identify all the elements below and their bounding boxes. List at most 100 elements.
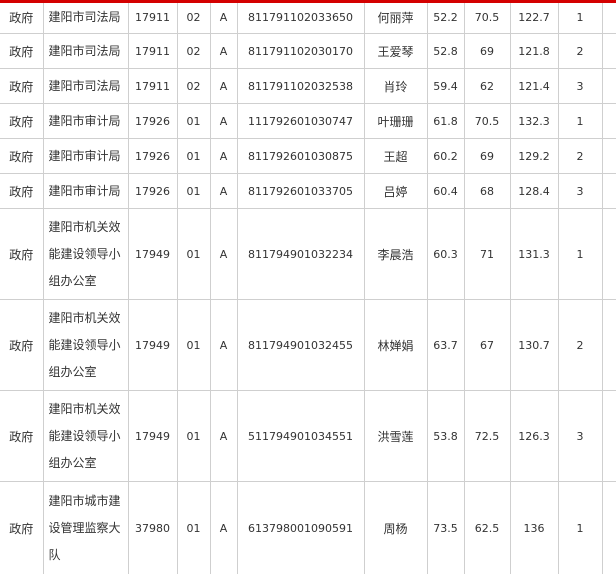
cell-quota: 1 (602, 34, 616, 69)
cell-interview-score: 70.5 (464, 104, 510, 139)
cell-ticket-number: 511794901034551 (237, 391, 364, 482)
cell-exam-type: A (210, 34, 237, 69)
cell-position-code: 17949 (128, 391, 177, 482)
cell-post-code: 02 (177, 34, 210, 69)
table-row: 政府建阳市审计局1792601A811792601033705吕婷60.4681… (0, 174, 616, 209)
cell-rank: 2 (558, 34, 602, 69)
cell-written-score: 52.2 (427, 1, 464, 34)
table-row: 政府建阳市司法局1791102A811791102033650何丽萍52.270… (0, 1, 616, 34)
cell-category: 政府 (0, 139, 43, 174)
cell-name: 吕婷 (364, 174, 427, 209)
cell-name: 王爱琴 (364, 34, 427, 69)
cell-name: 洪雪莲 (364, 391, 427, 482)
cell-position-code: 17949 (128, 300, 177, 391)
table-row: 政府建阳市审计局1792601A811792601030875王超60.2691… (0, 139, 616, 174)
cell-quota: 1 (602, 1, 616, 34)
table-row: 政府建阳市机关效能建设领导小组办公室1794901A51179490103455… (0, 391, 616, 482)
cell-quota: 1 (602, 139, 616, 174)
cell-rank: 3 (558, 174, 602, 209)
cell-unit: 建阳市机关效能建设领导小组办公室 (43, 391, 128, 482)
table-row: 政府建阳市机关效能建设领导小组办公室1794901A81179490103223… (0, 209, 616, 300)
cell-unit: 建阳市机关效能建设领导小组办公室 (43, 209, 128, 300)
cell-position-code: 37980 (128, 482, 177, 574)
cell-total-score: 126.3 (510, 391, 558, 482)
table-row: 政府建阳市司法局1791102A811791102030170王爱琴52.869… (0, 34, 616, 69)
cell-position-code: 17949 (128, 209, 177, 300)
cell-total-score: 122.7 (510, 1, 558, 34)
cell-interview-score: 62 (464, 69, 510, 104)
cell-position-code: 17911 (128, 69, 177, 104)
cell-position-code: 17926 (128, 174, 177, 209)
cell-post-code: 01 (177, 174, 210, 209)
cell-written-score: 73.5 (427, 482, 464, 574)
cell-written-score: 60.2 (427, 139, 464, 174)
table-row: 政府建阳市司法局1791102A811791102032538肖玲59.4621… (0, 69, 616, 104)
cell-exam-type: A (210, 300, 237, 391)
cell-position-code: 17926 (128, 104, 177, 139)
cell-quota: 1 (602, 174, 616, 209)
cell-category: 政府 (0, 1, 43, 34)
cell-category: 政府 (0, 69, 43, 104)
cell-exam-type: A (210, 174, 237, 209)
cell-rank: 3 (558, 69, 602, 104)
cell-category: 政府 (0, 482, 43, 574)
cell-interview-score: 69 (464, 139, 510, 174)
cell-rank: 2 (558, 139, 602, 174)
cell-ticket-number: 811794901032455 (237, 300, 364, 391)
cell-position-code: 17911 (128, 1, 177, 34)
cell-exam-type: A (210, 391, 237, 482)
cell-total-score: 131.3 (510, 209, 558, 300)
cell-category: 政府 (0, 34, 43, 69)
cell-total-score: 128.4 (510, 174, 558, 209)
cell-exam-type: A (210, 104, 237, 139)
table-row: 政府建阳市审计局1792601A111792601030747叶珊珊61.870… (0, 104, 616, 139)
cell-quota: 1 (602, 300, 616, 391)
cell-interview-score: 62.5 (464, 482, 510, 574)
cell-total-score: 130.7 (510, 300, 558, 391)
cell-exam-type: A (210, 139, 237, 174)
cell-interview-score: 72.5 (464, 391, 510, 482)
cell-unit: 建阳市司法局 (43, 34, 128, 69)
cell-name: 叶珊珊 (364, 104, 427, 139)
cell-name: 李晨浩 (364, 209, 427, 300)
cell-unit: 建阳市机关效能建设领导小组办公室 (43, 300, 128, 391)
cell-unit: 建阳市审计局 (43, 139, 128, 174)
cell-post-code: 02 (177, 1, 210, 34)
cell-quota: 2 (602, 482, 616, 574)
cell-quota: 1 (602, 104, 616, 139)
results-table: 政府建阳市司法局1791102A811791102033650何丽萍52.270… (0, 0, 616, 574)
cell-interview-score: 69 (464, 34, 510, 69)
cell-exam-type: A (210, 1, 237, 34)
cell-total-score: 129.2 (510, 139, 558, 174)
cell-interview-score: 67 (464, 300, 510, 391)
cell-written-score: 61.8 (427, 104, 464, 139)
cell-ticket-number: 811794901032234 (237, 209, 364, 300)
cell-unit: 建阳市司法局 (43, 69, 128, 104)
cell-exam-type: A (210, 482, 237, 574)
cell-rank: 1 (558, 1, 602, 34)
cell-post-code: 01 (177, 300, 210, 391)
table-row: 政府建阳市机关效能建设领导小组办公室1794901A81179490103245… (0, 300, 616, 391)
cell-category: 政府 (0, 391, 43, 482)
cell-ticket-number: 111792601030747 (237, 104, 364, 139)
cell-unit: 建阳市审计局 (43, 104, 128, 139)
cell-rank: 2 (558, 300, 602, 391)
top-accent-bar (0, 0, 616, 3)
cell-rank: 3 (558, 391, 602, 482)
cell-quota: 1 (602, 391, 616, 482)
cell-name: 肖玲 (364, 69, 427, 104)
cell-category: 政府 (0, 209, 43, 300)
cell-unit: 建阳市司法局 (43, 1, 128, 34)
cell-rank: 1 (558, 209, 602, 300)
cell-ticket-number: 811791102030170 (237, 34, 364, 69)
cell-rank: 1 (558, 482, 602, 574)
cell-post-code: 01 (177, 104, 210, 139)
cell-written-score: 63.7 (427, 300, 464, 391)
cell-written-score: 52.8 (427, 34, 464, 69)
cell-total-score: 136 (510, 482, 558, 574)
cell-ticket-number: 811791102032538 (237, 69, 364, 104)
cell-category: 政府 (0, 104, 43, 139)
cell-name: 周杨 (364, 482, 427, 574)
cell-total-score: 121.4 (510, 69, 558, 104)
cell-total-score: 121.8 (510, 34, 558, 69)
